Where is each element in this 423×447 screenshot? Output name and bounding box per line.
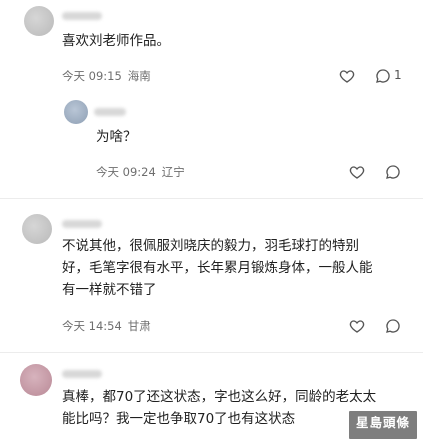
divider xyxy=(0,352,423,353)
comment-time: 今天 09:15 xyxy=(62,69,122,83)
avatar[interactable] xyxy=(22,214,52,244)
heart-icon[interactable] xyxy=(349,164,365,180)
comment-location: 甘肃 xyxy=(127,319,151,333)
heart-icon[interactable] xyxy=(349,318,365,334)
watermark-logo: 星島頭條 xyxy=(347,409,419,441)
avatar[interactable] xyxy=(24,6,54,36)
comment-time: 今天 09:24 xyxy=(96,165,156,179)
comment-bubble-icon[interactable] xyxy=(385,164,401,180)
avatar[interactable] xyxy=(64,100,88,124)
comment-text: 喜欢刘老师作品。 xyxy=(62,33,170,49)
heart-icon[interactable] xyxy=(339,68,355,84)
comment-location: 海南 xyxy=(127,69,151,83)
comment-meta: 今天 09:24 辽宁 xyxy=(96,164,185,180)
comment-text-line: 有一样就不错了 xyxy=(62,282,157,298)
comment-text-line: 能比吗？我一定也争取70了也有这状态 xyxy=(62,411,296,427)
divider xyxy=(0,198,423,199)
username[interactable] xyxy=(62,370,102,378)
comment-text-line: 好，毛笔字很有水平，长年累月锻炼身体，一般人能 xyxy=(62,260,373,276)
reply-count: 1 xyxy=(394,68,402,82)
comment-meta: 今天 09:15 海南 xyxy=(62,68,151,84)
comment-item: 喜欢刘老师作品。 今天 09:15 海南 1 xyxy=(0,0,423,90)
comment-item: 不说其他，很佩服刘晓庆的毅力，羽毛球打的特别 好，毛笔字很有水平，长年累月锻炼身… xyxy=(0,200,423,350)
comment-time: 今天 14:54 xyxy=(62,319,122,333)
comment-bubble-icon[interactable] xyxy=(375,68,391,84)
reply-item: 为啥？ 今天 09:24 辽宁 xyxy=(0,90,423,190)
username[interactable] xyxy=(94,108,126,116)
avatar[interactable] xyxy=(20,364,52,396)
comment-location: 辽宁 xyxy=(161,165,185,179)
username[interactable] xyxy=(62,12,102,20)
comment-text-line: 真棒，都70了还这状态，字也这么好，同龄的老太太 xyxy=(62,389,377,405)
username[interactable] xyxy=(62,220,102,228)
comment-bubble-icon[interactable] xyxy=(385,318,401,334)
comment-meta: 今天 14:54 甘肃 xyxy=(62,318,151,334)
comment-text-line: 不说其他，很佩服刘晓庆的毅力，羽毛球打的特别 xyxy=(62,238,359,254)
comment-text: 为啥？ xyxy=(96,129,137,145)
